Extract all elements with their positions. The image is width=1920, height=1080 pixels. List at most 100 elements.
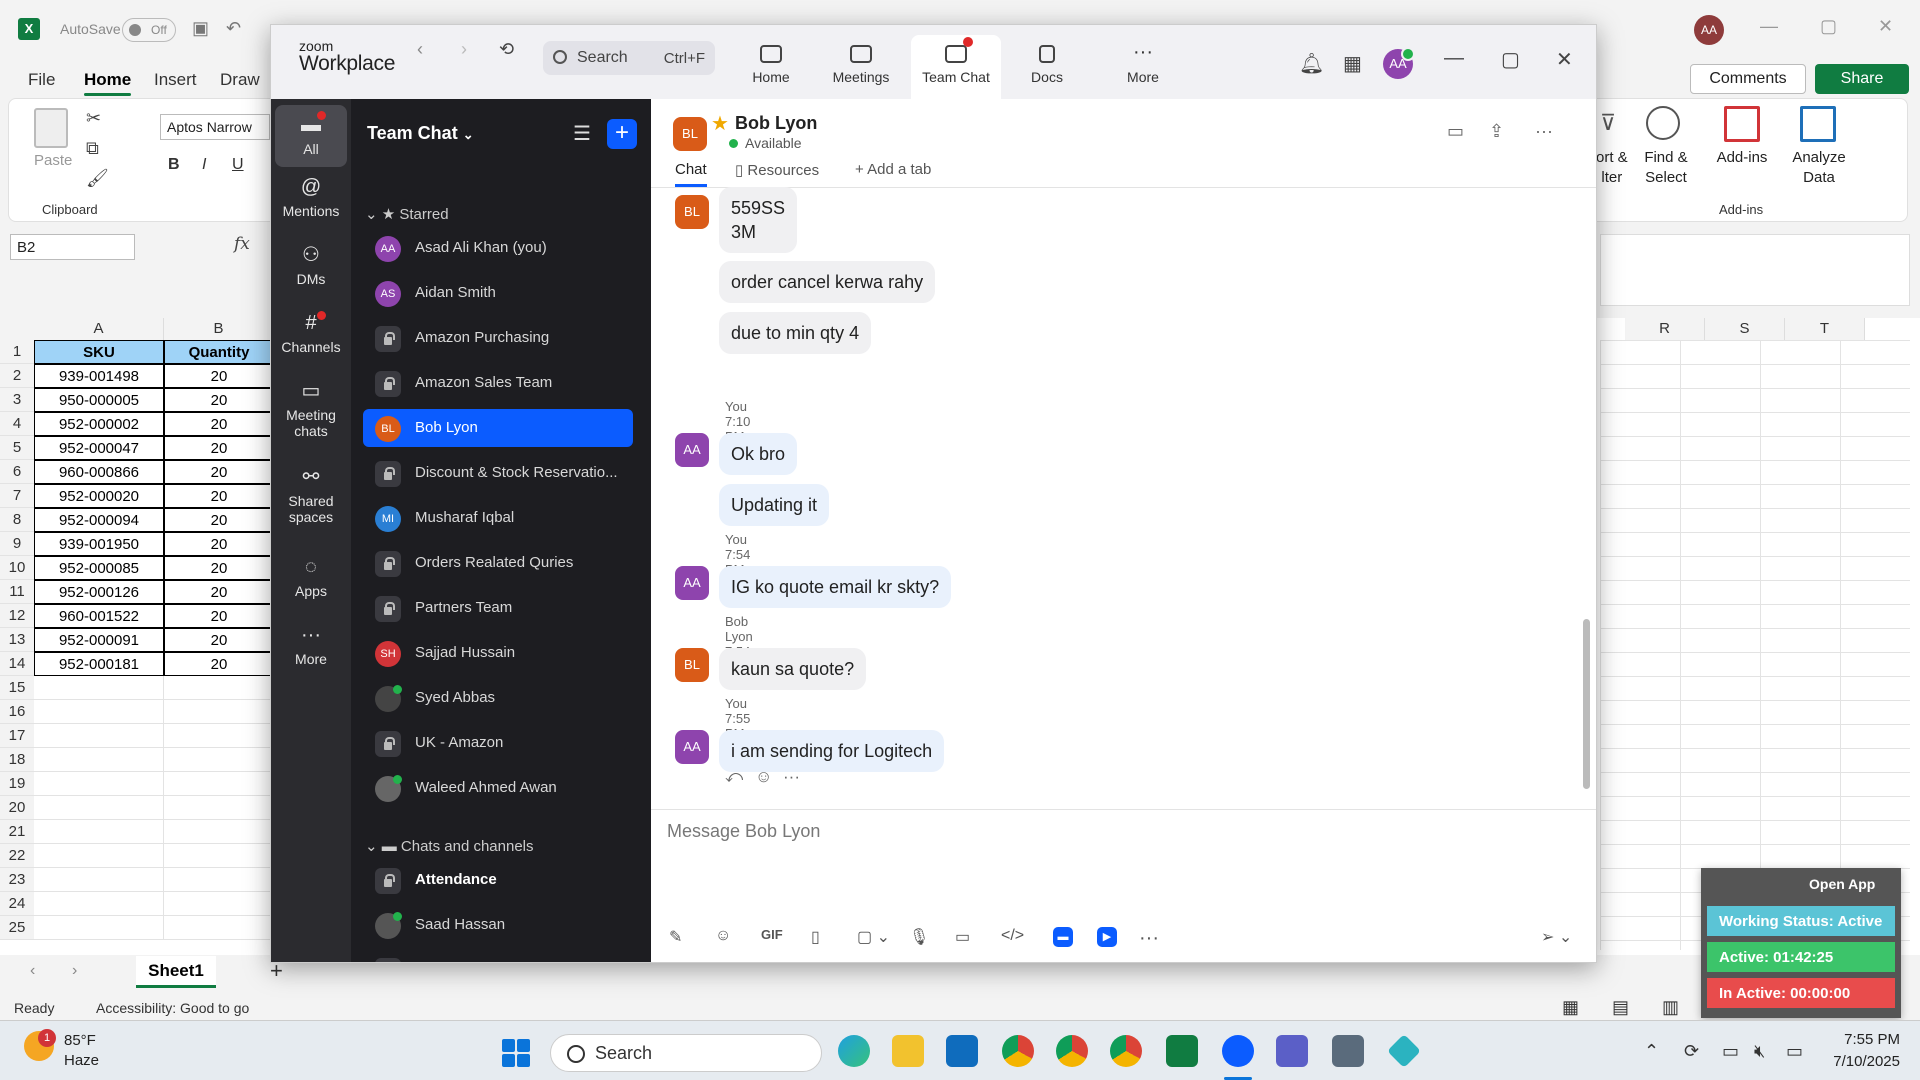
column-header-b[interactable]: B bbox=[164, 318, 274, 340]
analyze-data-label[interactable]: Analyze Data bbox=[1786, 148, 1852, 188]
paste-icon[interactable] bbox=[34, 108, 68, 148]
chrome-icon-2[interactable] bbox=[1056, 1035, 1088, 1067]
rail-all[interactable]: ▬ All bbox=[275, 105, 347, 167]
sidebar-item-sajjad-hussain[interactable]: SH Sajjad Hussain bbox=[363, 634, 633, 672]
message-bubble[interactable]: due to min qty 4 bbox=[719, 312, 872, 354]
cell-sku[interactable]: 960-001522 bbox=[34, 604, 164, 628]
cell-empty[interactable] bbox=[164, 748, 274, 772]
cell-quantity[interactable]: 20 bbox=[164, 508, 274, 532]
section-chats-channels[interactable]: ⌄ ▬ Chats and channels bbox=[365, 837, 534, 855]
tab-meetings[interactable]: Meetings bbox=[819, 35, 903, 99]
menu-home[interactable]: Home bbox=[84, 70, 132, 96]
message-bubble[interactable]: i am sending for Logitech bbox=[719, 730, 945, 772]
history-icon[interactable]: ⟲ bbox=[499, 39, 514, 60]
tab-more[interactable]: ··· More bbox=[1101, 35, 1185, 99]
row-header[interactable]: 23 bbox=[0, 868, 34, 892]
font-name-box[interactable]: Aptos Narrow bbox=[160, 114, 270, 140]
cell-empty[interactable] bbox=[164, 868, 274, 892]
rail-mentions[interactable]: @ Mentions bbox=[275, 177, 347, 219]
zoom-close-icon[interactable]: ✕ bbox=[1556, 47, 1573, 72]
comments-button[interactable]: Comments bbox=[1690, 64, 1806, 94]
row-header[interactable]: 4 bbox=[0, 412, 34, 436]
open-app-link[interactable]: Open App bbox=[1809, 876, 1875, 892]
row-header[interactable]: 5 bbox=[0, 436, 34, 460]
sidebar-item-uk-amazon[interactable]: UK - Amazon bbox=[363, 724, 633, 762]
cell-empty[interactable] bbox=[164, 796, 274, 820]
menu-insert[interactable]: Insert bbox=[154, 70, 197, 90]
rail-apps[interactable]: ◌ Apps bbox=[275, 557, 347, 599]
column-header-t[interactable]: T bbox=[1785, 318, 1865, 340]
cell-sku[interactable]: 952-000126 bbox=[34, 580, 164, 604]
calculator-icon[interactable] bbox=[1332, 1035, 1364, 1067]
message-bubble[interactable]: order cancel kerwa rahy bbox=[719, 261, 936, 303]
forward-icon[interactable]: › bbox=[461, 39, 467, 60]
cut-icon[interactable]: ✂ bbox=[86, 108, 101, 129]
row-header[interactable]: 8 bbox=[0, 508, 34, 532]
row-header[interactable]: 10 bbox=[0, 556, 34, 580]
weather-temp[interactable]: 85°F bbox=[64, 1032, 96, 1049]
cell-empty[interactable] bbox=[34, 724, 164, 748]
bold-button[interactable]: B bbox=[168, 156, 180, 174]
zoom-taskbar-icon[interactable] bbox=[1222, 1035, 1254, 1067]
cell-quantity[interactable]: 20 bbox=[164, 628, 274, 652]
taskbar-search[interactable]: Search bbox=[550, 1034, 822, 1072]
find-select-label[interactable]: Find & Select bbox=[1636, 148, 1696, 188]
video-call-icon[interactable]: ▭ bbox=[1447, 121, 1464, 142]
cell-quantity[interactable]: 20 bbox=[164, 604, 274, 628]
network-icon[interactable]: ▭ bbox=[1722, 1041, 1739, 1062]
sidebar-item-partners-team[interactable]: Partners Team bbox=[363, 589, 633, 627]
rail-more[interactable]: ··· More bbox=[275, 625, 347, 667]
clock-date[interactable]: 7/10/2025 bbox=[1812, 1053, 1900, 1070]
cell-quantity[interactable]: 20 bbox=[164, 412, 274, 436]
cell-sku[interactable]: 952-000181 bbox=[34, 652, 164, 676]
tab-team-chat[interactable]: Team Chat bbox=[911, 35, 1001, 99]
find-select-icon[interactable] bbox=[1646, 106, 1680, 140]
clock-time[interactable]: 7:55 PM bbox=[1812, 1031, 1900, 1048]
name-box[interactable]: B2 bbox=[10, 234, 135, 260]
row-header[interactable]: 14 bbox=[0, 652, 34, 676]
addins-icon[interactable] bbox=[1724, 106, 1760, 142]
excel-account-avatar[interactable]: AA bbox=[1694, 15, 1724, 45]
message-avatar[interactable]: BL bbox=[675, 195, 709, 229]
chat-scrollbar[interactable] bbox=[1583, 619, 1590, 789]
add-tab-button[interactable]: + Add a tab bbox=[855, 161, 931, 178]
sidebar-item-musharaf-iqbal[interactable]: MI Musharaf Iqbal bbox=[363, 499, 633, 537]
cell-sku[interactable]: 952-000047 bbox=[34, 436, 164, 460]
code-snippet-icon[interactable]: </> bbox=[1001, 927, 1024, 945]
row-header[interactable]: 22 bbox=[0, 844, 34, 868]
column-header-r[interactable]: R bbox=[1625, 318, 1705, 340]
row-header[interactable]: 24 bbox=[0, 892, 34, 916]
star-icon[interactable]: ★ bbox=[711, 111, 729, 136]
back-icon[interactable]: ‹ bbox=[417, 39, 423, 60]
sidebar-item-orders-realated-quries[interactable]: Orders Realated Quries bbox=[363, 544, 633, 582]
cell-empty[interactable] bbox=[34, 820, 164, 844]
emoji-icon[interactable]: ☺ bbox=[715, 927, 731, 945]
chrome-icon-3[interactable] bbox=[1110, 1035, 1142, 1067]
app-icon-2[interactable]: ▶ bbox=[1097, 927, 1117, 947]
cell-quantity[interactable]: 20 bbox=[164, 532, 274, 556]
cell-quantity[interactable]: 20 bbox=[164, 580, 274, 604]
normal-view-icon[interactable]: ▦ bbox=[1562, 997, 1579, 1018]
sidebar-item-amazon-purchasing[interactable]: Amazon Purchasing bbox=[363, 319, 633, 357]
header-cell-sku[interactable]: SKU bbox=[34, 340, 164, 364]
message-avatar[interactable]: AA bbox=[675, 566, 709, 600]
tray-chevron-icon[interactable]: ⌃ bbox=[1644, 1041, 1659, 1062]
cell-quantity[interactable]: 20 bbox=[164, 460, 274, 484]
screenshot-icon[interactable]: ▢ ⌄ bbox=[857, 927, 890, 947]
cell-empty[interactable] bbox=[34, 916, 164, 940]
zoom-maximize-icon[interactable]: ▢ bbox=[1501, 47, 1520, 72]
sidebar-item-listings-team[interactable]: Listings Team bbox=[363, 951, 633, 962]
cell-sku[interactable]: 952-000020 bbox=[34, 484, 164, 508]
battery-icon[interactable]: ▭ bbox=[1786, 1041, 1803, 1062]
row-header[interactable]: 3 bbox=[0, 388, 34, 412]
teams-icon[interactable] bbox=[1276, 1035, 1308, 1067]
cell-sku[interactable]: 952-000091 bbox=[34, 628, 164, 652]
row-header[interactable]: 25 bbox=[0, 916, 34, 940]
cell-empty[interactable] bbox=[164, 892, 274, 916]
cell-empty[interactable] bbox=[164, 772, 274, 796]
cell-sku[interactable]: 939-001498 bbox=[34, 364, 164, 388]
rail-meeting-chats[interactable]: ▭ Meeting chats bbox=[275, 381, 347, 439]
row-header[interactable]: 15 bbox=[0, 676, 34, 700]
sidebar-item-amazon-sales-team[interactable]: Amazon Sales Team bbox=[363, 364, 633, 402]
sidebar-title[interactable]: Team Chat ⌄ bbox=[367, 123, 474, 144]
